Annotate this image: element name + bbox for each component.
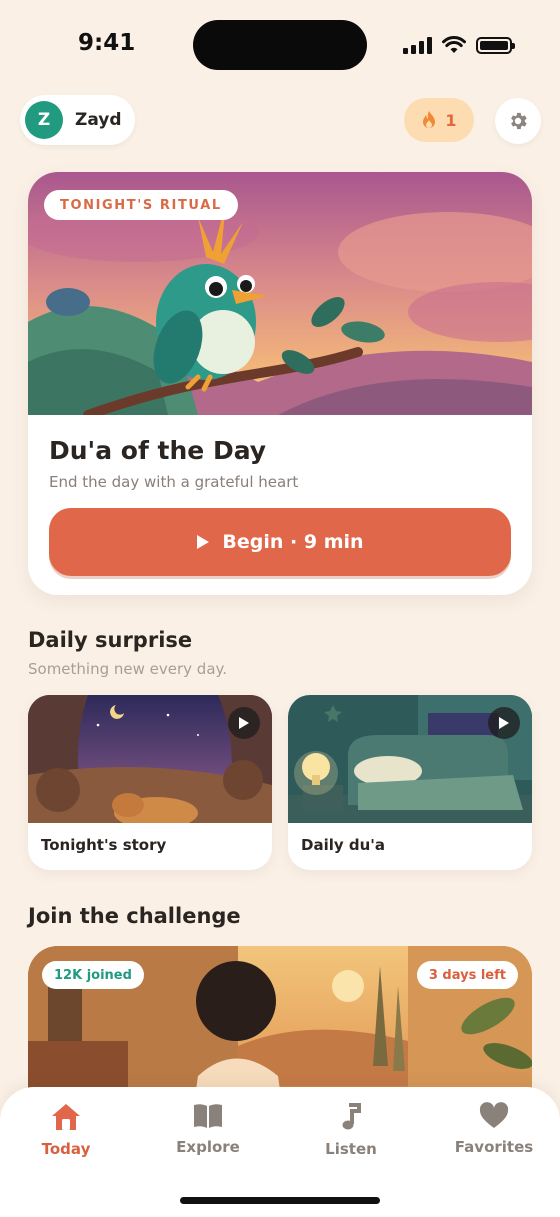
daily-surprise-subtitle: Something new every day. (28, 660, 228, 678)
home-indicator (180, 1197, 380, 1204)
tab-today-label: Today (41, 1140, 91, 1158)
story-card[interactable]: Tonight's story (28, 695, 272, 870)
daily-surprise-title: Daily surprise (28, 628, 193, 652)
music-note-icon (342, 1103, 361, 1130)
status-bar: 9:41 (0, 0, 560, 92)
profile-name: Zayd (75, 110, 122, 130)
story-card-label: Tonight's story (41, 836, 167, 854)
dua-card[interactable]: Daily du'a (288, 695, 532, 870)
streak-badge[interactable]: 1 (404, 98, 474, 142)
play-icon (197, 535, 210, 549)
play-icon[interactable] (488, 707, 520, 739)
streak-count: 1 (445, 110, 457, 130)
play-icon[interactable] (228, 707, 260, 739)
wifi-icon (442, 36, 466, 53)
joined-badge: 12K joined (42, 961, 144, 989)
tab-today[interactable]: Today (6, 1102, 126, 1158)
ritual-tag: TONIGHT'S RITUAL (44, 190, 238, 220)
tab-explore-label: Explore (176, 1138, 240, 1156)
gear-icon (511, 112, 527, 130)
heart-icon (479, 1102, 509, 1128)
book-icon (194, 1104, 222, 1128)
settings-button[interactable] (495, 98, 541, 144)
tab-explore[interactable]: Explore (148, 1102, 268, 1156)
days-left-badge: 3 days left (416, 961, 518, 989)
dynamic-island (193, 20, 367, 70)
status-time: 9:41 (78, 30, 136, 56)
begin-button-label: Begin · 9 min (222, 531, 364, 553)
system-icons (403, 36, 515, 54)
dua-card-label: Daily du'a (301, 836, 385, 854)
tab-listen-label: Listen (325, 1140, 377, 1158)
tab-favorites[interactable]: Favorites (434, 1102, 554, 1156)
tab-favorites-label: Favorites (454, 1138, 534, 1156)
ritual-subtitle: End the day with a grateful heart (49, 473, 299, 491)
home-icon (52, 1104, 80, 1130)
flame-icon (423, 111, 436, 128)
signal-icon (403, 36, 432, 54)
challenge-title: Join the challenge (28, 904, 241, 928)
begin-button[interactable]: Begin · 9 min (49, 508, 511, 576)
profile-chip[interactable]: Z Zayd (20, 95, 135, 145)
avatar: Z (25, 101, 63, 139)
ritual-title: Du'a of the Day (49, 436, 267, 465)
battery-icon (476, 36, 515, 54)
tab-listen[interactable]: Listen (291, 1102, 411, 1158)
ritual-card[interactable]: TONIGHT'S RITUAL Du'a of the Day End the… (28, 172, 532, 595)
